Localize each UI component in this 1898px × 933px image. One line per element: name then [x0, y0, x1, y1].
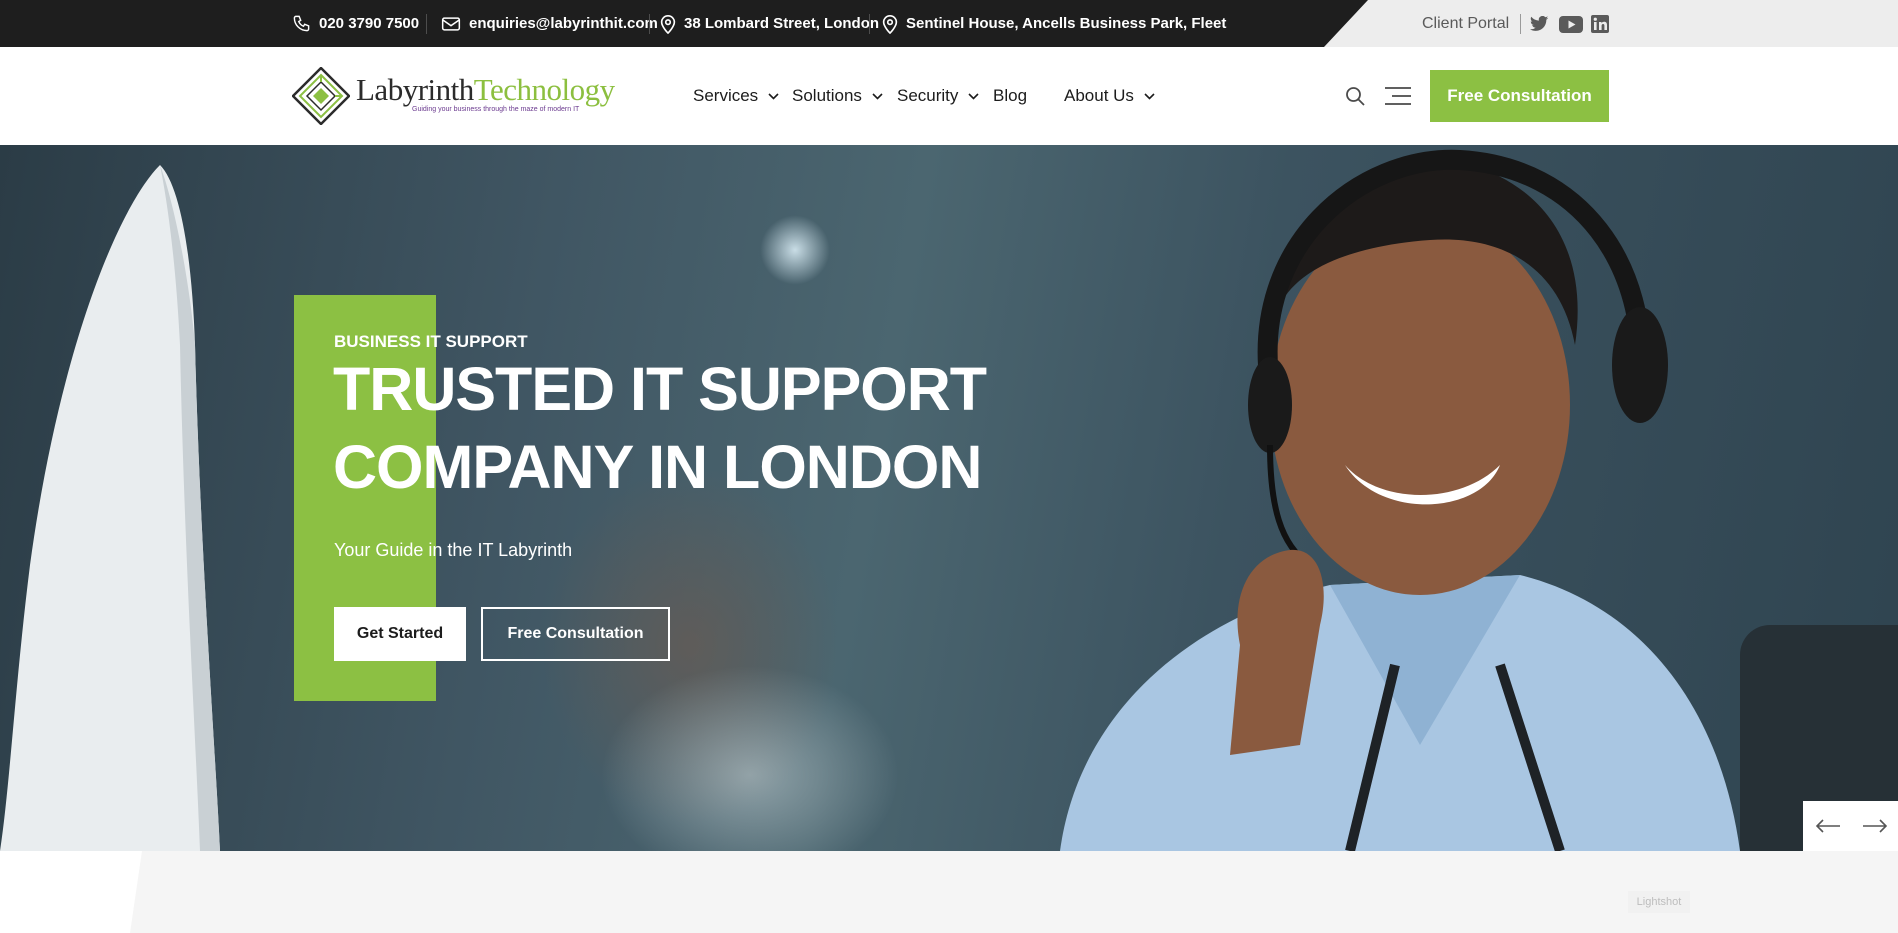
london-address[interactable]: 38 Lombard Street, London: [660, 0, 879, 47]
logo-name-part-1: Labyrinth: [356, 72, 474, 107]
contact-divider: [649, 14, 650, 34]
nav-security[interactable]: Security: [897, 47, 979, 145]
logo-name-part-2: Technology: [473, 72, 615, 107]
chevron-down-icon: [872, 92, 883, 100]
twitter-icon: [1529, 16, 1548, 31]
hero-title: TRUSTED IT SUPPORT COMPANY IN LONDON: [333, 350, 1053, 506]
nav-about-us-label: About Us: [1064, 86, 1134, 105]
next-section: Lightshot: [0, 851, 1898, 933]
company-logo[interactable]: LabyrinthTechnology Guiding your busines…: [292, 67, 615, 127]
logo-wordmark: LabyrinthTechnology: [356, 72, 615, 108]
linkedin-link[interactable]: [1589, 13, 1611, 35]
hero-title-line-2: COMPANY IN LONDON: [333, 433, 982, 501]
linkedin-icon: [1591, 15, 1609, 33]
lightshot-watermark: Lightshot: [1628, 891, 1690, 913]
fleet-address[interactable]: Sentinel House, Ancells Business Park, F…: [882, 0, 1226, 47]
logo-tagline: Guiding your business through the maze o…: [412, 106, 580, 113]
youtube-icon: [1558, 15, 1583, 33]
maze-logo-icon: [292, 67, 350, 125]
top-bar-divider: [1520, 14, 1521, 34]
arrow-right-icon: [1863, 819, 1888, 833]
london-address-text: 38 Lombard Street, London: [684, 15, 880, 32]
email-contact[interactable]: enquiries@labyrinthit.com: [441, 0, 658, 47]
hero-section: BUSINESS IT SUPPORT TRUSTED IT SUPPORT C…: [0, 145, 1898, 851]
slider-next-button[interactable]: [1852, 801, 1898, 851]
arrow-left-icon: [1815, 819, 1840, 833]
hero-eyebrow: BUSINESS IT SUPPORT: [334, 332, 528, 351]
search-icon: [1346, 87, 1365, 106]
contact-divider: [426, 14, 427, 34]
nav-blog-label: Blog: [993, 86, 1028, 105]
nav-about-us[interactable]: About Us: [1064, 47, 1155, 145]
twitter-link[interactable]: [1528, 13, 1550, 35]
hero-title-line-1: TRUSTED IT SUPPORT: [333, 355, 987, 423]
chevron-down-icon: [968, 92, 979, 100]
phone-icon: [293, 15, 310, 32]
menu-button[interactable]: [1383, 83, 1413, 109]
monitor-shape: [0, 165, 220, 851]
menu-icon: [1385, 87, 1411, 105]
phone-number: 020 3790 7500: [319, 15, 420, 32]
bokeh-light: [760, 215, 830, 285]
get-started-button[interactable]: Get Started: [334, 607, 466, 661]
top-bar: 020 3790 7500 enquiries@labyrinthit.com …: [0, 0, 1898, 47]
fleet-address-text: Sentinel House, Ancells Business Park, F…: [906, 15, 1227, 32]
nav-solutions-label: Solutions: [792, 86, 862, 105]
location-pin-icon: [882, 14, 898, 34]
chevron-down-icon: [1144, 92, 1155, 100]
search-button[interactable]: [1342, 83, 1368, 109]
contact-divider: [869, 14, 870, 34]
nav-services-label: Services: [693, 86, 759, 105]
nav-solutions[interactable]: Solutions: [792, 47, 883, 145]
slider-prev-button[interactable]: [1803, 801, 1853, 851]
email-icon: [441, 16, 461, 31]
support-agent-figure: [1060, 149, 1740, 851]
site-header: LabyrinthTechnology Guiding your busines…: [0, 47, 1898, 145]
hero-subtitle: Your Guide in the IT Labyrinth: [334, 540, 573, 560]
client-portal-link[interactable]: Client Portal: [1422, 0, 1509, 47]
free-consultation-button[interactable]: Free Consultation: [1430, 70, 1609, 122]
phone-contact[interactable]: 020 3790 7500: [292, 0, 419, 47]
nav-security-label: Security: [897, 86, 959, 105]
nav-services[interactable]: Services: [693, 47, 779, 145]
location-pin-icon: [660, 14, 676, 34]
email-address: enquiries@labyrinthit.com: [469, 15, 658, 32]
chevron-down-icon: [768, 92, 779, 100]
hero-free-consultation-button[interactable]: Free Consultation: [481, 607, 670, 661]
youtube-link[interactable]: [1558, 13, 1583, 35]
nav-blog[interactable]: Blog: [993, 47, 1027, 145]
